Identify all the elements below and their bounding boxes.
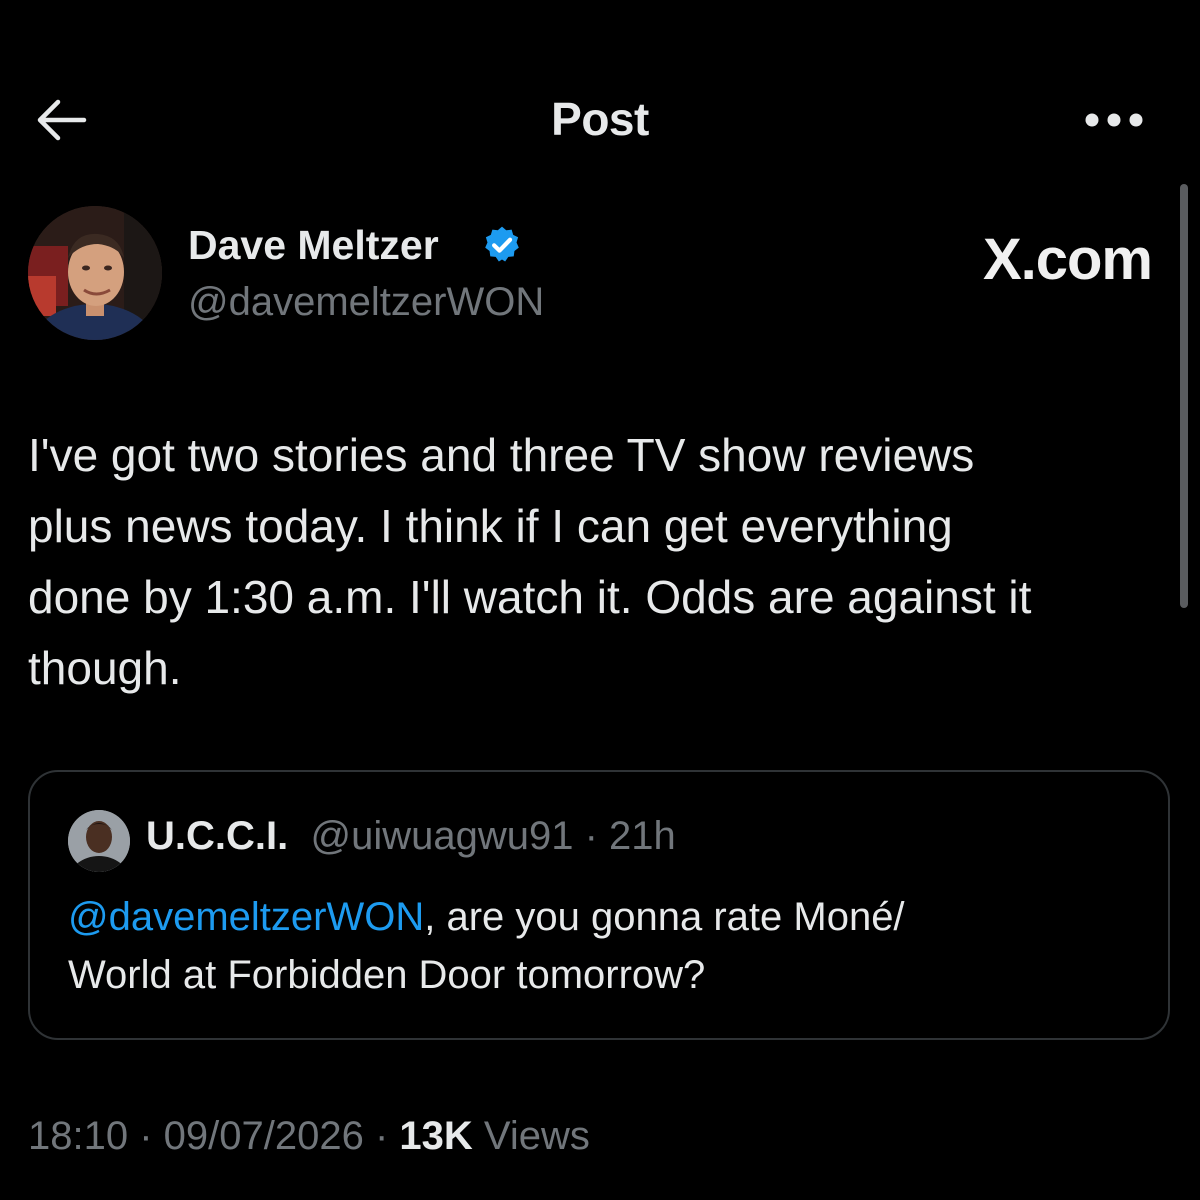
quote-author-avatar	[68, 810, 130, 872]
author-avatar[interactable]	[28, 206, 162, 340]
scrollbar[interactable]	[1180, 184, 1188, 608]
quoted-post[interactable]: U.C.C.I. @uiwuagwu91 · 21h @davemeltzerW…	[28, 770, 1170, 1040]
author-handle[interactable]: @davemeltzerWON	[188, 280, 544, 325]
quote-author-name: U.C.C.I.	[146, 814, 289, 858]
meta-separator-2: ·	[363, 1114, 400, 1158]
quote-time: 21h	[609, 814, 676, 858]
post-time[interactable]: 18:10	[28, 1114, 128, 1158]
quote-mention-link[interactable]: @davemeltzerWON	[68, 895, 424, 939]
author-name[interactable]: Dave Meltzer	[188, 222, 439, 269]
quote-separator: ·	[573, 814, 610, 858]
post-date[interactable]: 09/07/2026	[164, 1114, 364, 1158]
quote-handle-text: @uiwuagwu91	[310, 814, 574, 858]
post-text: I've got two stories and three TV show r…	[28, 429, 1032, 694]
verified-badge-icon	[485, 226, 519, 262]
views-count[interactable]: 13K	[399, 1114, 472, 1158]
quote-author-photo	[68, 810, 130, 872]
quote-author-handle: @uiwuagwu91 · 21h	[299, 814, 675, 858]
quote-header: U.C.C.I. @uiwuagwu91 · 21h	[146, 814, 676, 859]
ellipsis-icon	[1085, 113, 1143, 127]
post-metadata: 18:10 · 09/07/2026 · 13K Views	[28, 1114, 590, 1159]
page-title: Post	[551, 93, 649, 145]
author-photo	[28, 206, 162, 340]
site-watermark: X.com	[982, 227, 1153, 292]
meta-separator-1: ·	[128, 1114, 164, 1158]
quote-text: @davemeltzerWON, are you gonna rate Moné…	[68, 888, 1128, 1004]
views-label[interactable]: Views	[484, 1114, 590, 1158]
top-bar: Post	[0, 80, 1200, 160]
more-options-button[interactable]	[1076, 94, 1152, 146]
